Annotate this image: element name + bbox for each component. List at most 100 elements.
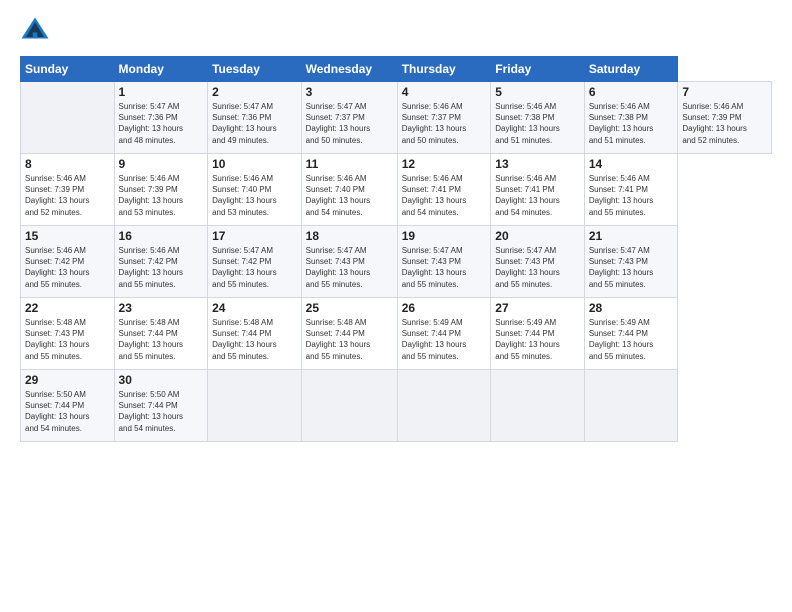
day-info: Sunrise: 5:46 AMSunset: 7:41 PMDaylight:… <box>589 173 674 218</box>
day-info: Sunrise: 5:47 AMSunset: 7:43 PMDaylight:… <box>306 245 393 290</box>
calendar-cell: 27 Sunrise: 5:49 AMSunset: 7:44 PMDayligh… <box>491 298 585 370</box>
day-info: Sunrise: 5:48 AMSunset: 7:44 PMDaylight:… <box>306 317 393 362</box>
calendar-cell: 24 Sunrise: 5:48 AMSunset: 7:44 PMDayligh… <box>208 298 302 370</box>
day-number: 1 <box>119 85 204 99</box>
day-info: Sunrise: 5:50 AMSunset: 7:44 PMDaylight:… <box>119 389 204 434</box>
calendar-cell: 29Sunrise: 5:50 AMSunset: 7:44 PMDayligh… <box>21 370 115 442</box>
day-number: 11 <box>306 157 393 171</box>
day-number: 8 <box>25 157 110 171</box>
calendar-cell: 22 Sunrise: 5:48 AMSunset: 7:43 PMDayligh… <box>21 298 115 370</box>
calendar-cell: 21 Sunrise: 5:47 AMSunset: 7:43 PMDayligh… <box>584 226 678 298</box>
calendar-cell: 23 Sunrise: 5:48 AMSunset: 7:44 PMDayligh… <box>114 298 208 370</box>
day-number: 26 <box>402 301 487 315</box>
calendar-cell <box>301 370 397 442</box>
col-header-saturday: Saturday <box>584 57 678 82</box>
calendar-cell <box>208 370 302 442</box>
col-header-sunday: Sunday <box>21 57 115 82</box>
day-number: 23 <box>119 301 204 315</box>
calendar-cell: 17 Sunrise: 5:47 AMSunset: 7:42 PMDayligh… <box>208 226 302 298</box>
day-number: 3 <box>306 85 393 99</box>
col-header-friday: Friday <box>491 57 585 82</box>
col-header-thursday: Thursday <box>397 57 491 82</box>
calendar-cell: 12 Sunrise: 5:46 AMSunset: 7:41 PMDayligh… <box>397 154 491 226</box>
calendar-cell: 30 Sunrise: 5:50 AMSunset: 7:44 PMDayligh… <box>114 370 208 442</box>
calendar-cell: 10 Sunrise: 5:46 AMSunset: 7:40 PMDayligh… <box>208 154 302 226</box>
calendar-week-5: 29 Sunrise: 5:50 AMSunset: 7:44 PMDayligh… <box>21 370 772 442</box>
calendar-cell: 26 Sunrise: 5:49 AMSunset: 7:44 PMDayligh… <box>397 298 491 370</box>
day-number: 24 <box>212 301 297 315</box>
day-info: Sunrise: 5:46 AMSunset: 7:42 PMDaylight:… <box>25 245 110 290</box>
day-number: 10 <box>212 157 297 171</box>
day-info: Sunrise: 5:47 AMSunset: 7:37 PMDaylight:… <box>306 101 393 146</box>
day-number: 17 <box>212 229 297 243</box>
day-number: 7 <box>682 85 767 99</box>
calendar-cell: 7 Sunrise: 5:46 AMSunset: 7:39 PMDaylight… <box>678 82 772 154</box>
col-header-monday: Monday <box>114 57 208 82</box>
day-info: Sunrise: 5:47 AMSunset: 7:42 PMDaylight:… <box>212 245 297 290</box>
logo <box>20 16 54 46</box>
calendar-cell: 15 Sunrise: 5:46 AMSunset: 7:42 PMDayligh… <box>21 226 115 298</box>
header <box>20 16 772 46</box>
calendar-cell: 19 Sunrise: 5:47 AMSunset: 7:43 PMDayligh… <box>397 226 491 298</box>
day-number: 12 <box>402 157 487 171</box>
day-number: 5 <box>495 85 580 99</box>
calendar-cell: 28 Sunrise: 5:49 AMSunset: 7:44 PMDayligh… <box>584 298 678 370</box>
calendar-cell: 4 Sunrise: 5:46 AMSunset: 7:37 PMDaylight… <box>397 82 491 154</box>
col-header-tuesday: Tuesday <box>208 57 302 82</box>
calendar-week-3: 15 Sunrise: 5:46 AMSunset: 7:42 PMDayligh… <box>21 226 772 298</box>
day-number: 27 <box>495 301 580 315</box>
day-info: Sunrise: 5:46 AMSunset: 7:39 PMDaylight:… <box>119 173 204 218</box>
calendar-cell <box>491 370 585 442</box>
day-number: 9 <box>119 157 204 171</box>
day-info: Sunrise: 5:46 AMSunset: 7:42 PMDaylight:… <box>119 245 204 290</box>
day-info: Sunrise: 5:49 AMSunset: 7:44 PMDaylight:… <box>495 317 580 362</box>
day-info: Sunrise: 5:46 AMSunset: 7:40 PMDaylight:… <box>212 173 297 218</box>
day-info: Sunrise: 5:48 AMSunset: 7:44 PMDaylight:… <box>119 317 204 362</box>
calendar-cell: 11Sunrise: 5:46 AMSunset: 7:40 PMDayligh… <box>301 154 397 226</box>
day-number: 25 <box>306 301 393 315</box>
calendar-cell: 2Sunrise: 5:47 AMSunset: 7:36 PMDaylight… <box>208 82 302 154</box>
day-info: Sunrise: 5:46 AMSunset: 7:41 PMDaylight:… <box>495 173 580 218</box>
day-info: Sunrise: 5:46 AMSunset: 7:41 PMDaylight:… <box>402 173 487 218</box>
day-info: Sunrise: 5:46 AMSunset: 7:38 PMDaylight:… <box>495 101 580 146</box>
day-number: 19 <box>402 229 487 243</box>
day-number: 15 <box>25 229 110 243</box>
day-info: Sunrise: 5:48 AMSunset: 7:44 PMDaylight:… <box>212 317 297 362</box>
day-info: Sunrise: 5:47 AMSunset: 7:43 PMDaylight:… <box>495 245 580 290</box>
calendar-cell: 13 Sunrise: 5:46 AMSunset: 7:41 PMDayligh… <box>491 154 585 226</box>
calendar-cell: 9 Sunrise: 5:46 AMSunset: 7:39 PMDaylight… <box>114 154 208 226</box>
day-number: 18 <box>306 229 393 243</box>
col-header-wednesday: Wednesday <box>301 57 397 82</box>
day-info: Sunrise: 5:47 AMSunset: 7:43 PMDaylight:… <box>402 245 487 290</box>
day-number: 22 <box>25 301 110 315</box>
calendar-week-4: 22 Sunrise: 5:48 AMSunset: 7:43 PMDayligh… <box>21 298 772 370</box>
day-number: 20 <box>495 229 580 243</box>
page-container: SundayMondayTuesdayWednesdayThursdayFrid… <box>0 0 792 452</box>
day-number: 29 <box>25 373 110 387</box>
calendar-cell: 18 Sunrise: 5:47 AMSunset: 7:43 PMDayligh… <box>301 226 397 298</box>
calendar-cell: 6 Sunrise: 5:46 AMSunset: 7:38 PMDaylight… <box>584 82 678 154</box>
day-number: 30 <box>119 373 204 387</box>
day-info: Sunrise: 5:46 AMSunset: 7:39 PMDaylight:… <box>682 101 767 146</box>
calendar-week-1: 1 Sunrise: 5:47 AMSunset: 7:36 PMDaylight… <box>21 82 772 154</box>
day-info: Sunrise: 5:46 AMSunset: 7:37 PMDaylight:… <box>402 101 487 146</box>
calendar-cell <box>397 370 491 442</box>
day-info: Sunrise: 5:46 AMSunset: 7:39 PMDaylight:… <box>25 173 110 218</box>
day-number: 13 <box>495 157 580 171</box>
calendar-cell <box>21 82 115 154</box>
day-info: Sunrise: 5:48 AMSunset: 7:43 PMDaylight:… <box>25 317 110 362</box>
day-number: 4 <box>402 85 487 99</box>
day-info: Sunrise: 5:47 AMSunset: 7:43 PMDaylight:… <box>589 245 674 290</box>
calendar-cell: 1 Sunrise: 5:47 AMSunset: 7:36 PMDaylight… <box>114 82 208 154</box>
calendar-cell: 14Sunrise: 5:46 AMSunset: 7:41 PMDayligh… <box>584 154 678 226</box>
day-info: Sunrise: 5:47 AMSunset: 7:36 PMDaylight:… <box>119 101 204 146</box>
day-number: 21 <box>589 229 674 243</box>
day-number: 2 <box>212 85 297 99</box>
day-number: 6 <box>589 85 674 99</box>
day-info: Sunrise: 5:49 AMSunset: 7:44 PMDaylight:… <box>589 317 674 362</box>
day-info: Sunrise: 5:46 AMSunset: 7:38 PMDaylight:… <box>589 101 674 146</box>
day-number: 28 <box>589 301 674 315</box>
day-info: Sunrise: 5:49 AMSunset: 7:44 PMDaylight:… <box>402 317 487 362</box>
calendar-week-2: 8 Sunrise: 5:46 AMSunset: 7:39 PMDaylight… <box>21 154 772 226</box>
calendar-cell: 5 Sunrise: 5:46 AMSunset: 7:38 PMDaylight… <box>491 82 585 154</box>
